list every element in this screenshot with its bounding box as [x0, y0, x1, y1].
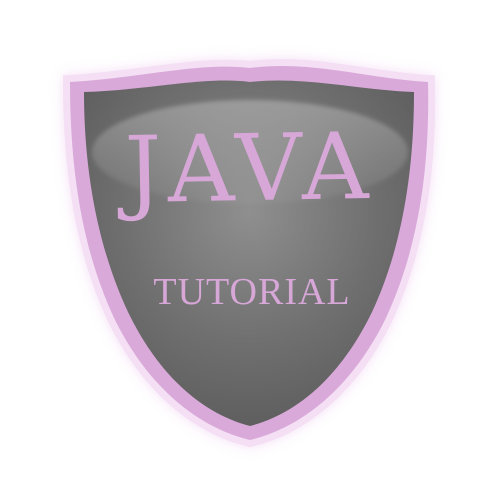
badge-subtitle: TUTORIAL	[153, 271, 350, 313]
java-tutorial-badge: JAVA TUTORIAL	[0, 0, 500, 500]
shield-icon: JAVA TUTORIAL	[62, 59, 436, 448]
badge-title: JAVA	[116, 113, 375, 224]
